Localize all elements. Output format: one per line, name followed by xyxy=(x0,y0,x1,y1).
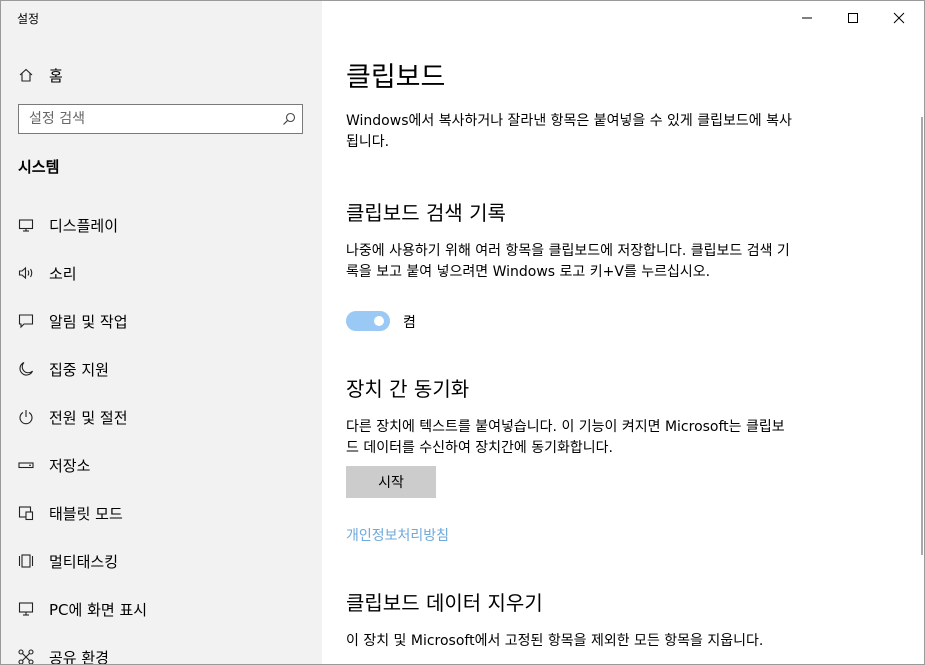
search-box[interactable] xyxy=(18,104,303,134)
maximize-button[interactable] xyxy=(830,1,876,35)
sync-description: 다른 장치에 텍스트를 붙여넣습니다. 이 기능이 켜지면 Microsoft는… xyxy=(346,419,785,456)
page-title: 클립보드 xyxy=(346,62,446,93)
history-toggle-label: 켬 xyxy=(403,315,416,331)
power-icon xyxy=(19,410,33,425)
tablet-icon xyxy=(18,506,34,521)
sync-heading: 장치 간 동기화 xyxy=(346,377,470,401)
app-title: 설정 xyxy=(17,12,40,26)
sidebar: 설정 홈 시스템 디스플레이 xyxy=(1,1,322,664)
history-description: 나중에 사용하기 위해 여러 항목을 클립보드에 저장합니다. 클립보드 검색 … xyxy=(346,243,790,280)
sidebar-item-focus-assist[interactable]: 집중 지원 xyxy=(1,345,322,393)
sidebar-item-label: 알림 및 작업 xyxy=(49,312,128,331)
sidebar-item-storage[interactable]: 저장소 xyxy=(1,441,322,489)
minimize-button[interactable] xyxy=(784,1,830,35)
sidebar-item-sound[interactable]: 소리 xyxy=(1,249,322,297)
sidebar-item-power[interactable]: 전원 및 절전 xyxy=(1,393,322,441)
home-label: 홈 xyxy=(49,66,63,85)
maximize-icon xyxy=(848,13,858,23)
sidebar-item-project-to-pc[interactable]: PC에 화면 표시 xyxy=(1,585,322,633)
sidebar-item-label: 태블릿 모드 xyxy=(49,504,123,523)
storage-icon xyxy=(18,462,34,469)
sidebar-item-label: 소리 xyxy=(49,264,77,283)
share-icon xyxy=(18,649,34,664)
home-icon xyxy=(19,68,33,82)
intro-text: Windows에서 복사하거나 잘라낸 항목은 붙여넣을 수 있게 클립보드에 … xyxy=(346,113,792,150)
sidebar-item-display[interactable]: 디스플레이 xyxy=(1,201,322,249)
moon-icon xyxy=(19,361,34,376)
notification-icon xyxy=(18,314,34,329)
multitasking-icon xyxy=(18,554,34,568)
sidebar-item-label: 멀티태스킹 xyxy=(49,552,119,571)
settings-window: 설정 홈 시스템 디스플레이 xyxy=(0,0,925,665)
home-nav-item[interactable]: 홈 xyxy=(1,57,322,93)
clear-heading: 클립보드 데이터 지우기 xyxy=(346,591,543,615)
minimize-icon xyxy=(802,17,812,19)
sidebar-item-label: 집중 지원 xyxy=(49,360,109,379)
close-button[interactable] xyxy=(876,1,922,35)
sidebar-item-label: 전원 및 절전 xyxy=(49,408,128,427)
sidebar-item-tablet-mode[interactable]: 태블릿 모드 xyxy=(1,489,322,537)
sidebar-item-shared-experiences[interactable]: 공유 환경 xyxy=(1,633,322,664)
sidebar-item-label: 공유 환경 xyxy=(49,648,109,665)
search-input[interactable] xyxy=(19,110,271,128)
section-title: 시스템 xyxy=(18,158,60,176)
scrollbar[interactable] xyxy=(921,117,923,555)
toggle-knob xyxy=(374,316,384,326)
sidebar-item-notifications[interactable]: 알림 및 작업 xyxy=(1,297,322,345)
monitor-icon xyxy=(18,219,34,232)
sidebar-item-label: PC에 화면 표시 xyxy=(49,600,148,619)
sidebar-item-label: 저장소 xyxy=(49,456,91,475)
start-button[interactable]: 시작 xyxy=(346,466,436,498)
sidebar-item-multitasking[interactable]: 멀티태스킹 xyxy=(1,537,322,585)
privacy-link[interactable]: 개인정보처리방침 xyxy=(346,525,449,545)
close-icon xyxy=(893,12,905,24)
history-heading: 클립보드 검색 기록 xyxy=(346,201,506,225)
sidebar-item-label: 디스플레이 xyxy=(49,216,119,235)
project-icon xyxy=(18,602,34,616)
main-content: 클립보드 Windows에서 복사하거나 잘라낸 항목은 붙여넣을 수 있게 클… xyxy=(322,1,924,664)
sidebar-nav: 디스플레이 소리 알림 및 작업 집중 지원 전원 및 절전 저장소 태블릿 모… xyxy=(1,201,322,664)
clear-description: 이 장치 및 Microsoft에서 고정된 항목을 제외한 모든 항목을 지웁… xyxy=(346,633,764,649)
history-toggle[interactable] xyxy=(346,311,390,331)
speaker-icon xyxy=(18,266,33,280)
search-icon[interactable] xyxy=(282,112,296,126)
